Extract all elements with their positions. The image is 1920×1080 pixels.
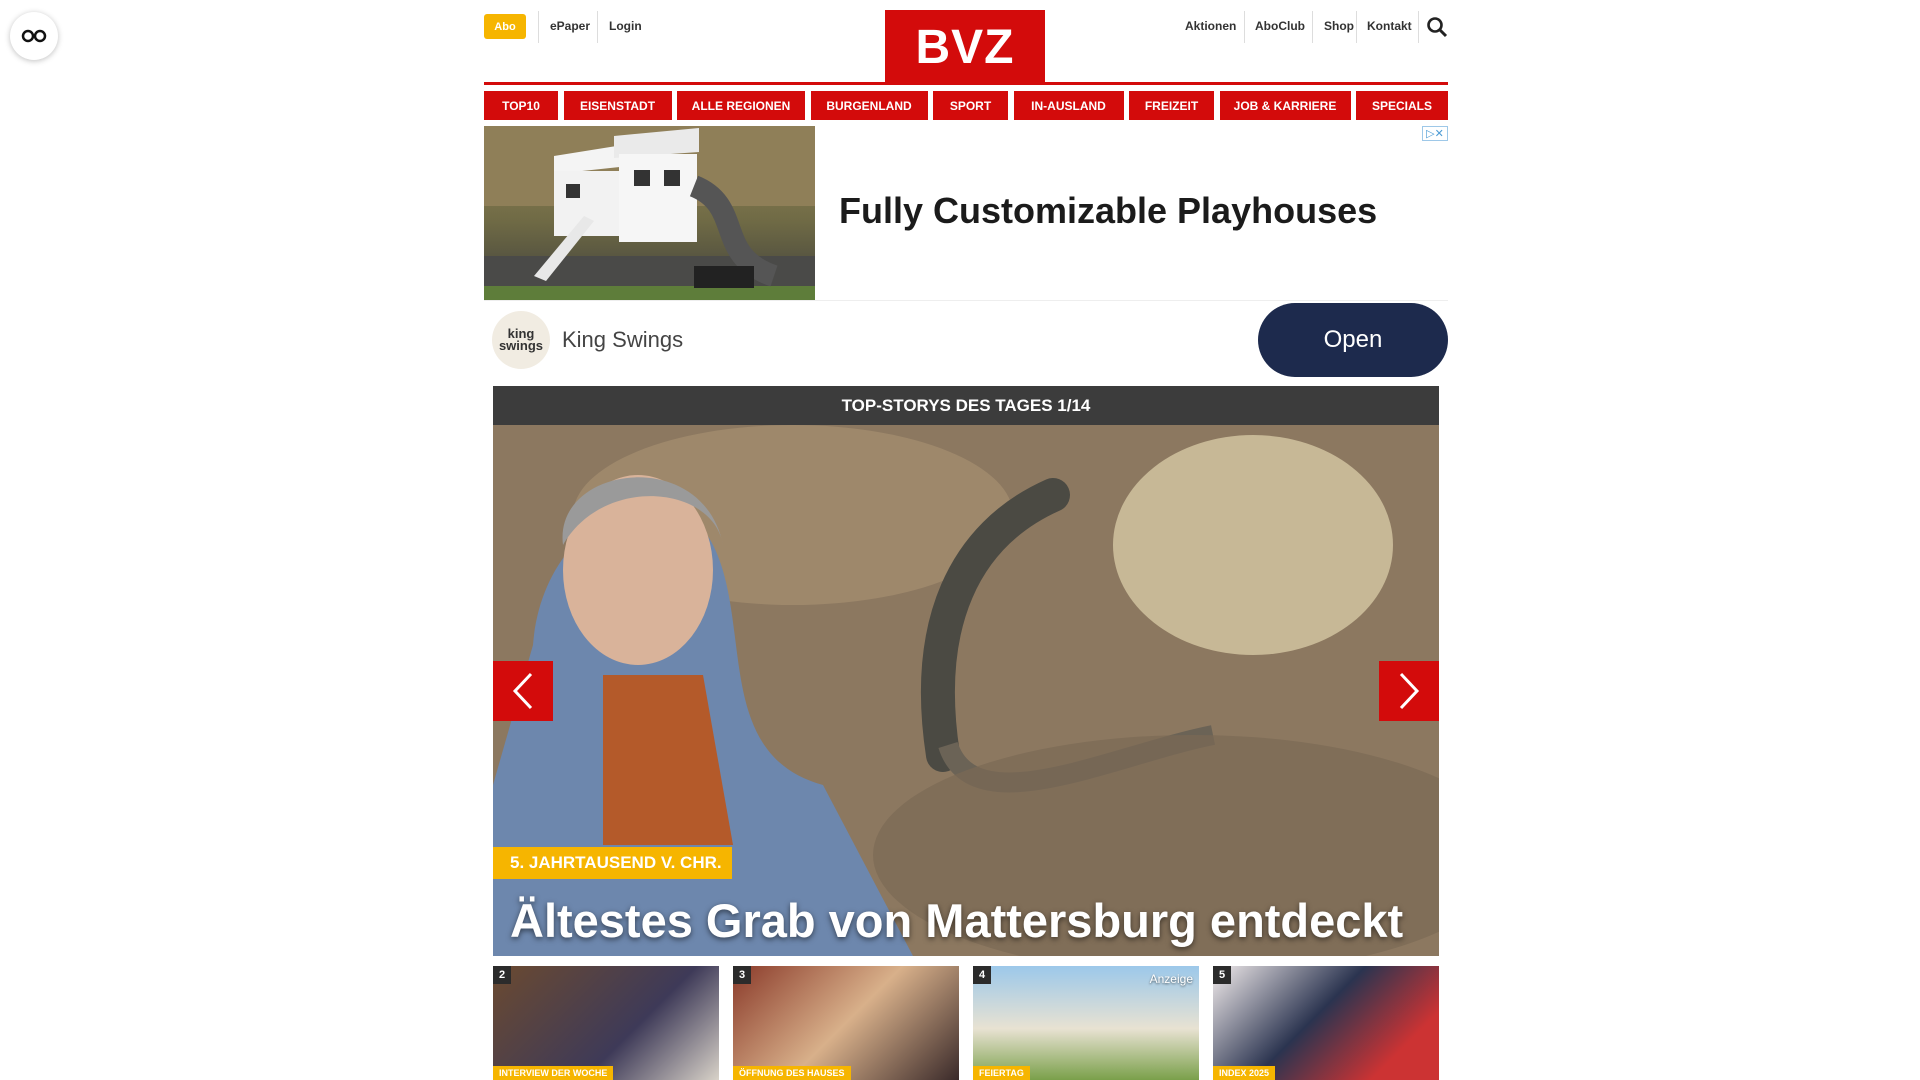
header-link-aboclub[interactable]: AboClub <box>1255 19 1305 33</box>
divider <box>597 11 598 43</box>
thumb-number: 2 <box>493 966 511 984</box>
thumb-number: 4 <box>973 966 991 984</box>
advertisement[interactable]: Fully Customizable Playhouses ▷✕ king sw… <box>484 126 1448 377</box>
login-link[interactable]: Login <box>609 19 642 33</box>
story-thumb[interactable]: 3 ÖFFNUNG DES HAUSES <box>733 966 959 1080</box>
site-header: Abo ePaper Login BVZ Aktionen AboClub Sh… <box>484 0 1448 85</box>
nav-item-freizeit[interactable]: FREIZEIT <box>1129 91 1214 120</box>
divider <box>1356 11 1357 43</box>
epaper-link[interactable]: ePaper <box>550 19 590 33</box>
carousel-next-button[interactable] <box>1379 661 1439 721</box>
thumb-tag: INTERVIEW DER WOCHE <box>493 1066 614 1080</box>
chevron-right-icon <box>1399 672 1420 710</box>
ad-title[interactable]: Fully Customizable Playhouses <box>839 190 1377 232</box>
sponsored-badge: Anzeige <box>1149 972 1193 986</box>
nav-item-in-ausland[interactable]: IN-AUSLAND <box>1013 91 1124 120</box>
ad-footer: king swings King Swings Open <box>484 300 1448 377</box>
ad-image[interactable] <box>484 126 815 300</box>
divider <box>1312 11 1313 43</box>
main-nav: TOP10 EISENSTADT ALLE REGIONEN BURGENLAN… <box>484 91 1448 120</box>
ad-logo-line2: swings <box>498 338 544 353</box>
ad-brand-logo[interactable]: king swings <box>492 311 550 369</box>
nav-item-burgenland[interactable]: BURGENLAND <box>810 91 928 120</box>
story-headline[interactable]: Ältestes Grab von Mattersburg entdeckt <box>510 893 1403 948</box>
abo-button[interactable]: Abo <box>484 14 526 39</box>
divider <box>1418 11 1419 43</box>
nav-item-top10[interactable]: TOP10 <box>484 91 558 120</box>
header-link-aktionen[interactable]: Aktionen <box>1185 19 1236 33</box>
nav-item-sport[interactable]: SPORT <box>933 91 1008 120</box>
ad-open-button[interactable]: Open <box>1258 303 1448 377</box>
reader-mode-button[interactable] <box>10 12 58 60</box>
header-link-kontakt[interactable]: Kontakt <box>1367 19 1412 33</box>
top-stories: TOP-STORYS DES TAGES 1/14 5. JAHRTAUSEND… <box>493 386 1439 956</box>
story-thumbnails: 2 INTERVIEW DER WOCHE 3 ÖFFNUNG DES HAUS… <box>493 966 1439 1080</box>
story-thumb[interactable]: 2 INTERVIEW DER WOCHE <box>493 966 719 1080</box>
story-kicker[interactable]: 5. JAHRTAUSEND V. CHR. <box>493 847 732 879</box>
nav-item-job-karriere[interactable]: JOB & KARRIERE <box>1219 91 1351 120</box>
thumb-number: 3 <box>733 966 751 984</box>
nav-item-alle-regionen[interactable]: ALLE REGIONEN <box>677 91 805 120</box>
top-story-image[interactable]: 5. JAHRTAUSEND V. CHR. Ältestes Grab von… <box>493 425 1439 956</box>
thumb-tag: INDEX 2025 <box>1213 1066 1276 1080</box>
chevron-left-icon <box>512 672 533 710</box>
header-rule <box>484 82 1448 85</box>
thumb-number: 5 <box>1213 966 1231 984</box>
reader-glasses-icon <box>21 29 47 43</box>
search-icon[interactable] <box>1426 16 1448 38</box>
thumb-tag: FEIERTAG <box>973 1066 1030 1080</box>
thumb-tag: ÖFFNUNG DES HAUSES <box>733 1066 851 1080</box>
header-link-shop[interactable]: Shop <box>1324 19 1354 33</box>
nav-item-eisenstadt[interactable]: EISENSTADT <box>563 91 672 120</box>
ad-choices-icon[interactable]: ▷✕ <box>1422 126 1448 141</box>
divider <box>538 11 539 43</box>
story-thumb[interactable]: 4 Anzeige FEIERTAG <box>973 966 1199 1080</box>
site-logo[interactable]: BVZ <box>885 10 1045 84</box>
carousel-prev-button[interactable] <box>493 661 553 721</box>
playhouse-illustration <box>484 126 815 300</box>
page-container: Abo ePaper Login BVZ Aktionen AboClub Sh… <box>484 0 1448 1080</box>
divider <box>1244 11 1245 43</box>
top-stories-heading: TOP-STORYS DES TAGES 1/14 <box>493 386 1439 425</box>
ad-brand-name[interactable]: King Swings <box>562 327 683 353</box>
nav-item-specials[interactable]: SPECIALS <box>1356 91 1448 120</box>
story-thumb[interactable]: 5 INDEX 2025 <box>1213 966 1439 1080</box>
